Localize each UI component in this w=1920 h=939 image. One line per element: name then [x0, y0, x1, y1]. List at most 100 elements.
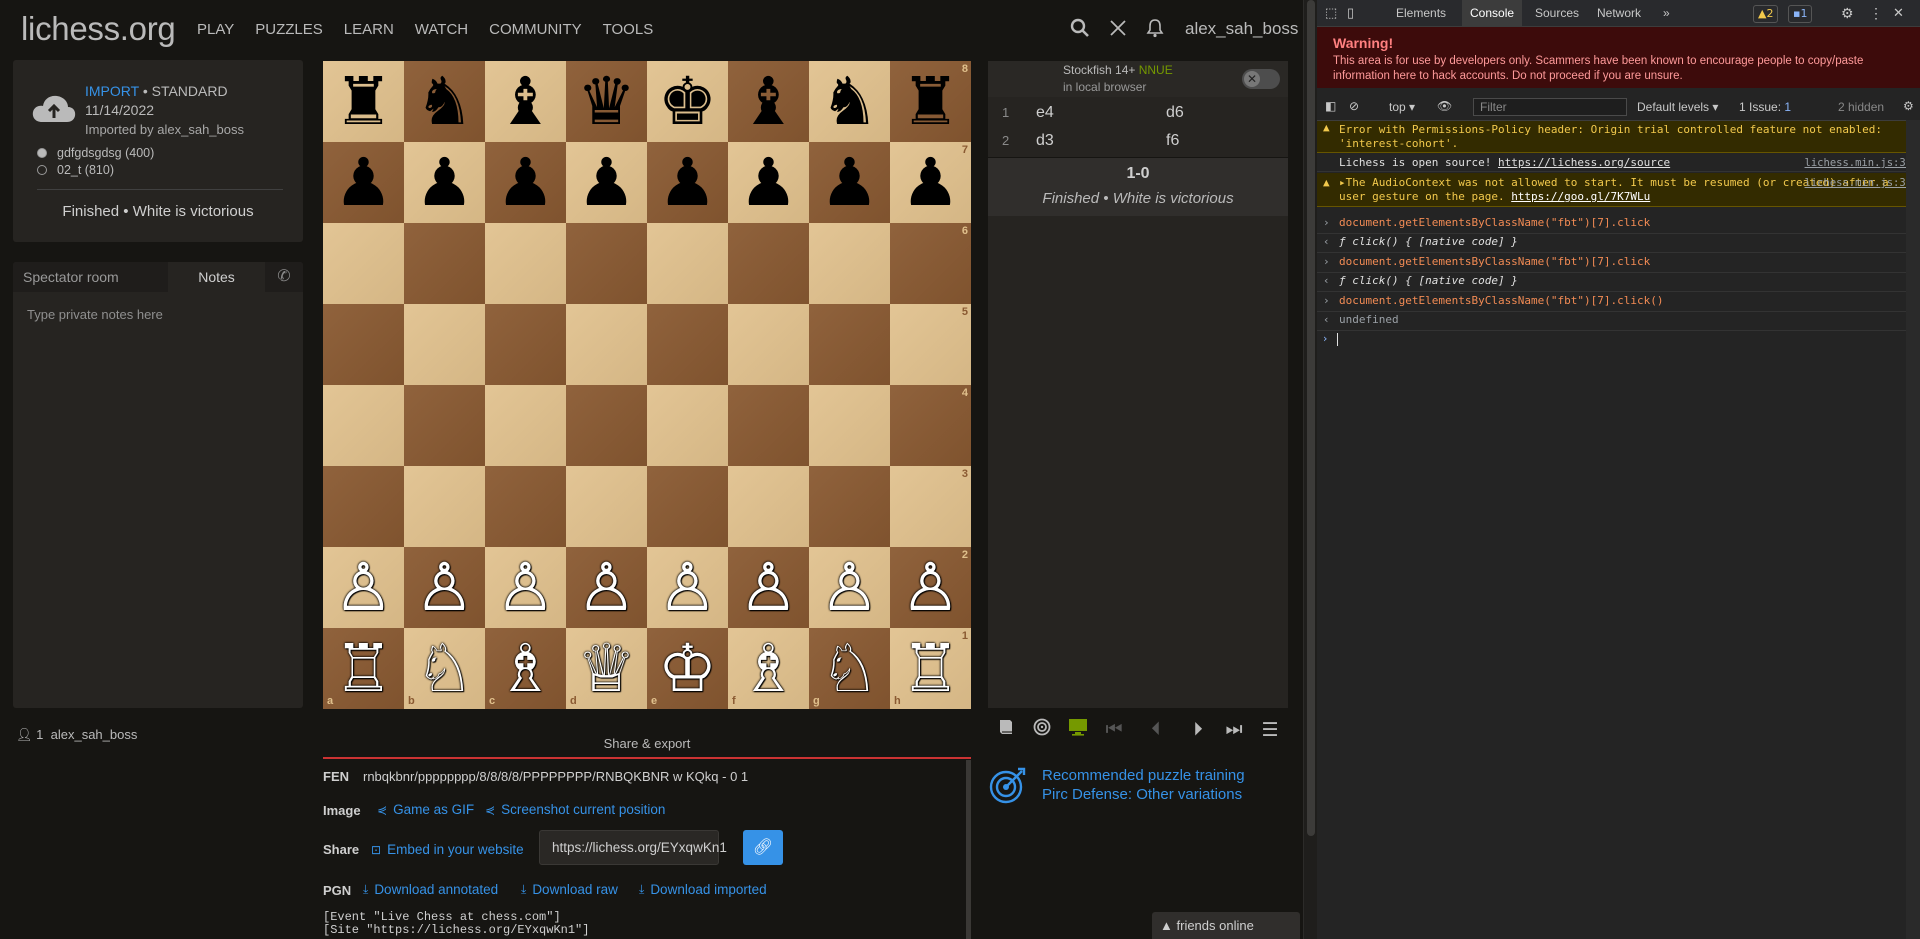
- source-location-link[interactable]: lichess.min.js:35: [1805, 176, 1912, 190]
- square-a1[interactable]: ♖ a: [323, 628, 404, 709]
- chess-piece[interactable]: ♔: [658, 635, 717, 702]
- square-b6[interactable]: [404, 223, 485, 304]
- square-c3[interactable]: [485, 466, 566, 547]
- chess-piece[interactable]: ♞: [820, 68, 879, 135]
- square-d3[interactable]: [566, 466, 647, 547]
- settings-gear-icon[interactable]: ⚙: [1903, 99, 1914, 113]
- chess-piece[interactable]: ♗: [496, 635, 555, 702]
- close-icon[interactable]: ✕: [1893, 0, 1904, 26]
- bell-icon[interactable]: [1143, 18, 1167, 42]
- square-h4[interactable]: 4: [890, 385, 971, 466]
- settings-gear-icon[interactable]: ⚙: [1841, 0, 1854, 26]
- first-move-icon[interactable]: ⏮: [1096, 719, 1132, 741]
- square-c8[interactable]: ♝: [485, 61, 566, 142]
- chess-piece[interactable]: ♟: [739, 149, 798, 216]
- square-d5[interactable]: [566, 304, 647, 385]
- square-f8[interactable]: ♝: [728, 61, 809, 142]
- square-e8[interactable]: ♚: [647, 61, 728, 142]
- chess-piece[interactable]: ♟: [901, 149, 960, 216]
- download-raw-link[interactable]: ⤓ Download raw: [521, 882, 618, 897]
- tab-console[interactable]: Console: [1462, 0, 1523, 26]
- chess-piece[interactable]: ♕: [577, 635, 636, 702]
- console-input[interactable]: › document.getElementsByClassName("fbt")…: [1317, 216, 1920, 234]
- page-scrollbar[interactable]: [1303, 0, 1318, 939]
- square-d8[interactable]: ♛: [566, 61, 647, 142]
- square-f3[interactable]: [728, 466, 809, 547]
- fen-input[interactable]: rnbqkbnr/pppppppp/8/8/8/8/PPPPPPPP/RNBQK…: [363, 769, 748, 784]
- more-tabs-icon[interactable]: »: [1663, 0, 1670, 26]
- square-e7[interactable]: ♟: [647, 142, 728, 223]
- chess-piece[interactable]: ♙: [739, 554, 798, 621]
- square-g2[interactable]: ♙: [809, 547, 890, 628]
- user-menu[interactable]: alex_sah_boss: [1185, 19, 1298, 39]
- square-c6[interactable]: [485, 223, 566, 304]
- nav-play[interactable]: PLAY: [197, 21, 234, 38]
- square-d4[interactable]: [566, 385, 647, 466]
- console-input[interactable]: › document.getElementsByClassName("fbt")…: [1317, 255, 1920, 273]
- square-f7[interactable]: ♟: [728, 142, 809, 223]
- puzzle-target-icon[interactable]: [988, 765, 1028, 805]
- chess-piece[interactable]: ♛: [577, 68, 636, 135]
- square-d1[interactable]: ♕ d: [566, 628, 647, 709]
- chess-piece[interactable]: ♗: [739, 635, 798, 702]
- square-c1[interactable]: ♗ c: [485, 628, 566, 709]
- square-b2[interactable]: ♙: [404, 547, 485, 628]
- chess-piece[interactable]: ♜: [901, 68, 960, 135]
- filter-input[interactable]: Filter: [1473, 98, 1627, 116]
- nav-community[interactable]: COMMUNITY: [489, 21, 582, 38]
- device-toolbar-icon[interactable]: ▯: [1347, 0, 1354, 26]
- chess-piece[interactable]: ♙: [901, 554, 960, 621]
- square-a2[interactable]: ♙: [323, 547, 404, 628]
- square-b7[interactable]: ♟: [404, 142, 485, 223]
- embed-link[interactable]: ⊡ Embed in your website: [371, 842, 524, 857]
- chess-piece[interactable]: ♙: [820, 554, 879, 621]
- chess-piece[interactable]: ♙: [415, 554, 474, 621]
- chess-piece[interactable]: ♘: [415, 635, 474, 702]
- square-f4[interactable]: [728, 385, 809, 466]
- chess-piece[interactable]: ♟: [658, 149, 717, 216]
- square-d6[interactable]: [566, 223, 647, 304]
- square-h8[interactable]: ♜ 8: [890, 61, 971, 142]
- puzzle-theme-link[interactable]: Pirc Defense: Other variations: [1042, 786, 1242, 803]
- square-g7[interactable]: ♟: [809, 142, 890, 223]
- menu-icon[interactable]: ☰: [1252, 719, 1288, 742]
- scrollbar-thumb[interactable]: [1307, 0, 1315, 836]
- square-d7[interactable]: ♟: [566, 142, 647, 223]
- search-icon[interactable]: [1068, 18, 1092, 42]
- square-e6[interactable]: [647, 223, 728, 304]
- chess-piece[interactable]: ♟: [415, 149, 474, 216]
- share-export-toggle[interactable]: Share & export: [323, 736, 971, 751]
- tab-network[interactable]: Network: [1597, 0, 1641, 26]
- square-a8[interactable]: ♜: [323, 61, 404, 142]
- white-player[interactable]: gdfgdsgdsg (400): [37, 146, 154, 160]
- tab-notes[interactable]: Notes: [168, 262, 265, 292]
- monitor-icon[interactable]: [1060, 718, 1096, 742]
- eye-icon[interactable]: 👁︎: [1437, 99, 1452, 113]
- square-b3[interactable]: [404, 466, 485, 547]
- clear-console-icon[interactable]: ⊘: [1349, 99, 1359, 113]
- sidebar-toggle-icon[interactable]: ◧: [1325, 99, 1336, 113]
- source-link[interactable]: https://lichess.org/source: [1498, 156, 1670, 169]
- square-h3[interactable]: 3: [890, 466, 971, 547]
- square-b8[interactable]: ♞: [404, 61, 485, 142]
- square-c7[interactable]: ♟: [485, 142, 566, 223]
- scrollbar[interactable]: [966, 760, 971, 939]
- chess-piece[interactable]: ♘: [820, 635, 879, 702]
- download-imported-link[interactable]: ⤓ Download imported: [639, 882, 767, 897]
- pgn-textarea[interactable]: [Event "Live Chess at chess.com"] [Site "…: [323, 911, 589, 937]
- next-move-icon[interactable]: ⏵: [1180, 719, 1216, 741]
- square-d2[interactable]: ♙: [566, 547, 647, 628]
- copy-link-button[interactable]: 🔗︎: [743, 830, 783, 865]
- square-g5[interactable]: [809, 304, 890, 385]
- square-h2[interactable]: ♙ 2: [890, 547, 971, 628]
- square-e1[interactable]: ♔ e: [647, 628, 728, 709]
- square-a4[interactable]: [323, 385, 404, 466]
- nav-learn[interactable]: LEARN: [344, 21, 394, 38]
- friends-online-box[interactable]: ▲ friends online: [1152, 912, 1300, 939]
- nav-tools[interactable]: TOOLS: [603, 21, 654, 38]
- last-move-icon[interactable]: ⏭: [1216, 719, 1252, 741]
- engine-toggle[interactable]: ✕: [1242, 69, 1280, 89]
- console-scrollbar[interactable]: [1906, 120, 1920, 939]
- notes-textarea[interactable]: Type private notes here: [27, 307, 163, 322]
- console-input[interactable]: › document.getElementsByClassName("fbt")…: [1317, 294, 1920, 312]
